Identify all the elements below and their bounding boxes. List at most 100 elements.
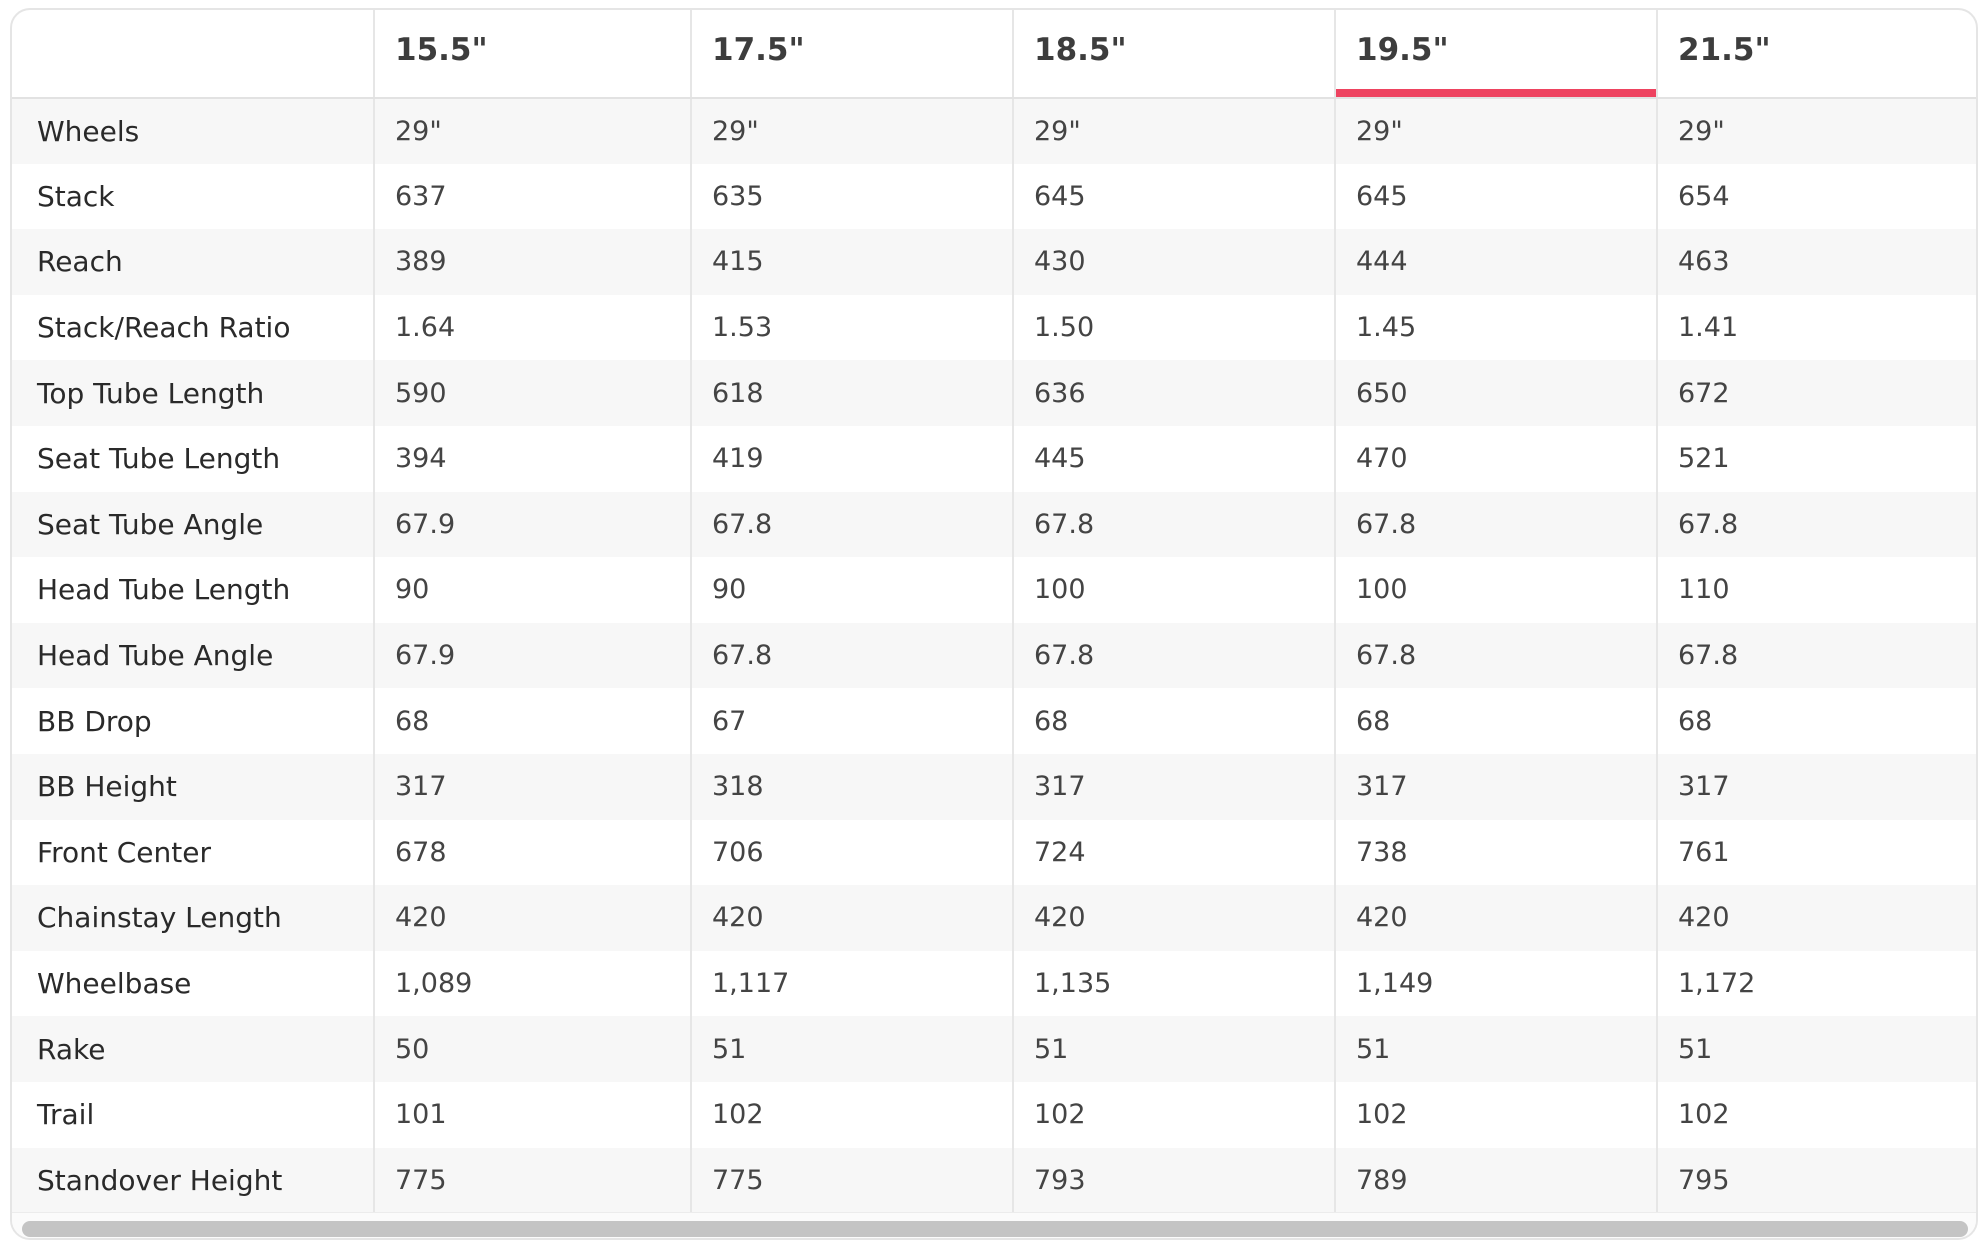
column-header-size[interactable]: 21.5": [1656, 10, 1976, 99]
table-cell: 789: [1334, 1147, 1657, 1214]
table-cell: 463: [1656, 229, 1976, 295]
table-cell: 394: [373, 425, 691, 492]
table-cell: 444: [1334, 229, 1657, 295]
table-cell: 100: [1334, 557, 1657, 623]
table-cell: 590: [373, 360, 691, 426]
table-cell: 67.8: [690, 622, 1013, 689]
table-cell: 470: [1334, 425, 1657, 492]
column-header-size[interactable]: 19.5": [1334, 10, 1657, 99]
table-row: Standover Height 775 775 793 789 795: [12, 1147, 1976, 1214]
table-row: Seat Tube Length 394 419 445 470 521: [12, 425, 1976, 492]
table-cell: 654: [1656, 163, 1976, 230]
row-label: Trail: [37, 1098, 95, 1132]
scrollbar-thumb[interactable]: [22, 1221, 1968, 1237]
row-label: Wheels: [37, 114, 140, 148]
horizontal-scrollbar[interactable]: [12, 1212, 1976, 1238]
row-label: Front Center: [37, 835, 211, 869]
table-cell: 102: [1012, 1081, 1335, 1148]
table-cell: 68: [1656, 688, 1976, 754]
table-cell: 1.45: [1334, 294, 1657, 361]
table-row: Reach 389 415 430 444 463: [12, 229, 1976, 295]
row-label: Wheelbase: [37, 967, 192, 1001]
table-cell: 618: [690, 360, 1013, 426]
table-cell: 51: [1012, 1016, 1335, 1082]
table-row: Rake 50 51 51 51 51: [12, 1016, 1976, 1082]
table-cell: 795: [1656, 1147, 1976, 1214]
table-cell: 67: [690, 688, 1013, 754]
row-label: Head Tube Length: [37, 573, 291, 607]
table-cell: 420: [1012, 885, 1335, 951]
table-cell: 90: [690, 557, 1013, 623]
table-cell: 101: [373, 1081, 691, 1148]
row-label: Seat Tube Length: [37, 442, 281, 476]
table-cell: 1,149: [1334, 950, 1657, 1017]
row-label: Head Tube Angle: [37, 639, 274, 673]
table-cell: 389: [373, 229, 691, 295]
row-label: Stack: [37, 179, 115, 213]
column-header-size[interactable]: 17.5": [690, 10, 1013, 99]
table-cell: 318: [690, 753, 1013, 820]
table-cell: 50: [373, 1016, 691, 1082]
table-cell: 67.8: [1334, 491, 1657, 558]
table-cell: 637: [373, 163, 691, 230]
table-cell: 650: [1334, 360, 1657, 426]
table-cell: 67.9: [373, 491, 691, 558]
geometry-table: 15.5" 17.5" 18.5" 19.5" 21.5" Wheels 29" 29" 29…: [12, 10, 1976, 1214]
table-cell: 1.64: [373, 294, 691, 361]
row-label: Stack/Reach Ratio: [37, 311, 291, 345]
table-cell: 793: [1012, 1147, 1335, 1214]
table-row: Chainstay Length 420 420 420 420 420: [12, 885, 1976, 951]
table-row: Stack 637 635 645 645 654: [12, 163, 1976, 230]
table-cell: 635: [690, 163, 1013, 230]
column-header-size[interactable]: 18.5": [1012, 10, 1335, 99]
table-row: Head Tube Length 90 90 100 100 110: [12, 557, 1976, 623]
table-row: Front Center 678 706 724 738 761: [12, 819, 1976, 886]
table-cell: 67.8: [1334, 622, 1657, 689]
table-cell: 29": [1656, 98, 1976, 164]
table-row: Head Tube Angle 67.9 67.8 67.8 67.8 67.8: [12, 622, 1976, 689]
table-cell: 738: [1334, 819, 1657, 886]
table-cell: 51: [690, 1016, 1013, 1082]
table-row: Seat Tube Angle 67.9 67.8 67.8 67.8 67.8: [12, 491, 1976, 558]
column-header-size[interactable]: 15.5": [373, 10, 691, 99]
table-cell: 29": [690, 98, 1013, 164]
table-cell: 1.50: [1012, 294, 1335, 361]
table-cell: 317: [373, 753, 691, 820]
table-cell: 51: [1656, 1016, 1976, 1082]
table-cell: 1,117: [690, 950, 1013, 1017]
table-cell: 102: [1334, 1081, 1657, 1148]
table-row: BB Drop 68 67 68 68 68: [12, 688, 1976, 754]
table-body: Wheels 29" 29" 29" 29" 29" Stack 637 635 645 645 65…: [12, 98, 1976, 1214]
row-label: Seat Tube Angle: [37, 507, 264, 541]
row-label: Top Tube Length: [37, 376, 265, 410]
table-cell: 68: [373, 688, 691, 754]
table-cell: 102: [1656, 1081, 1976, 1148]
table-cell: 1,135: [1012, 950, 1335, 1017]
table-cell: 1,172: [1656, 950, 1976, 1017]
table-row: Top Tube Length 590 618 636 650 672: [12, 360, 1976, 426]
table-cell: 775: [690, 1147, 1013, 1214]
table-row: Trail 101 102 102 102 102: [12, 1081, 1976, 1148]
row-label: BB Drop: [37, 704, 152, 738]
table-cell: 68: [1012, 688, 1335, 754]
header-corner-cell: [12, 10, 374, 99]
table-cell: 706: [690, 819, 1013, 886]
table-cell: 29": [1012, 98, 1335, 164]
table-cell: 29": [373, 98, 691, 164]
table-cell: 29": [1334, 98, 1657, 164]
table-cell: 420: [1334, 885, 1657, 951]
table-cell: 67.8: [690, 491, 1013, 558]
table-cell: 67.8: [1012, 491, 1335, 558]
table-cell: 90: [373, 557, 691, 623]
table-row: Stack/Reach Ratio 1.64 1.53 1.50 1.45 1.41: [12, 294, 1976, 361]
row-label: Reach: [37, 245, 123, 279]
row-label: Rake: [37, 1032, 106, 1066]
table-cell: 636: [1012, 360, 1335, 426]
table-cell: 110: [1656, 557, 1976, 623]
table-cell: 67.8: [1656, 491, 1976, 558]
table-cell: 678: [373, 819, 691, 886]
row-label: BB Height: [37, 770, 177, 804]
table-row: Wheels 29" 29" 29" 29" 29": [12, 98, 1976, 164]
table-cell: 1.53: [690, 294, 1013, 361]
table-cell: 645: [1334, 163, 1657, 230]
